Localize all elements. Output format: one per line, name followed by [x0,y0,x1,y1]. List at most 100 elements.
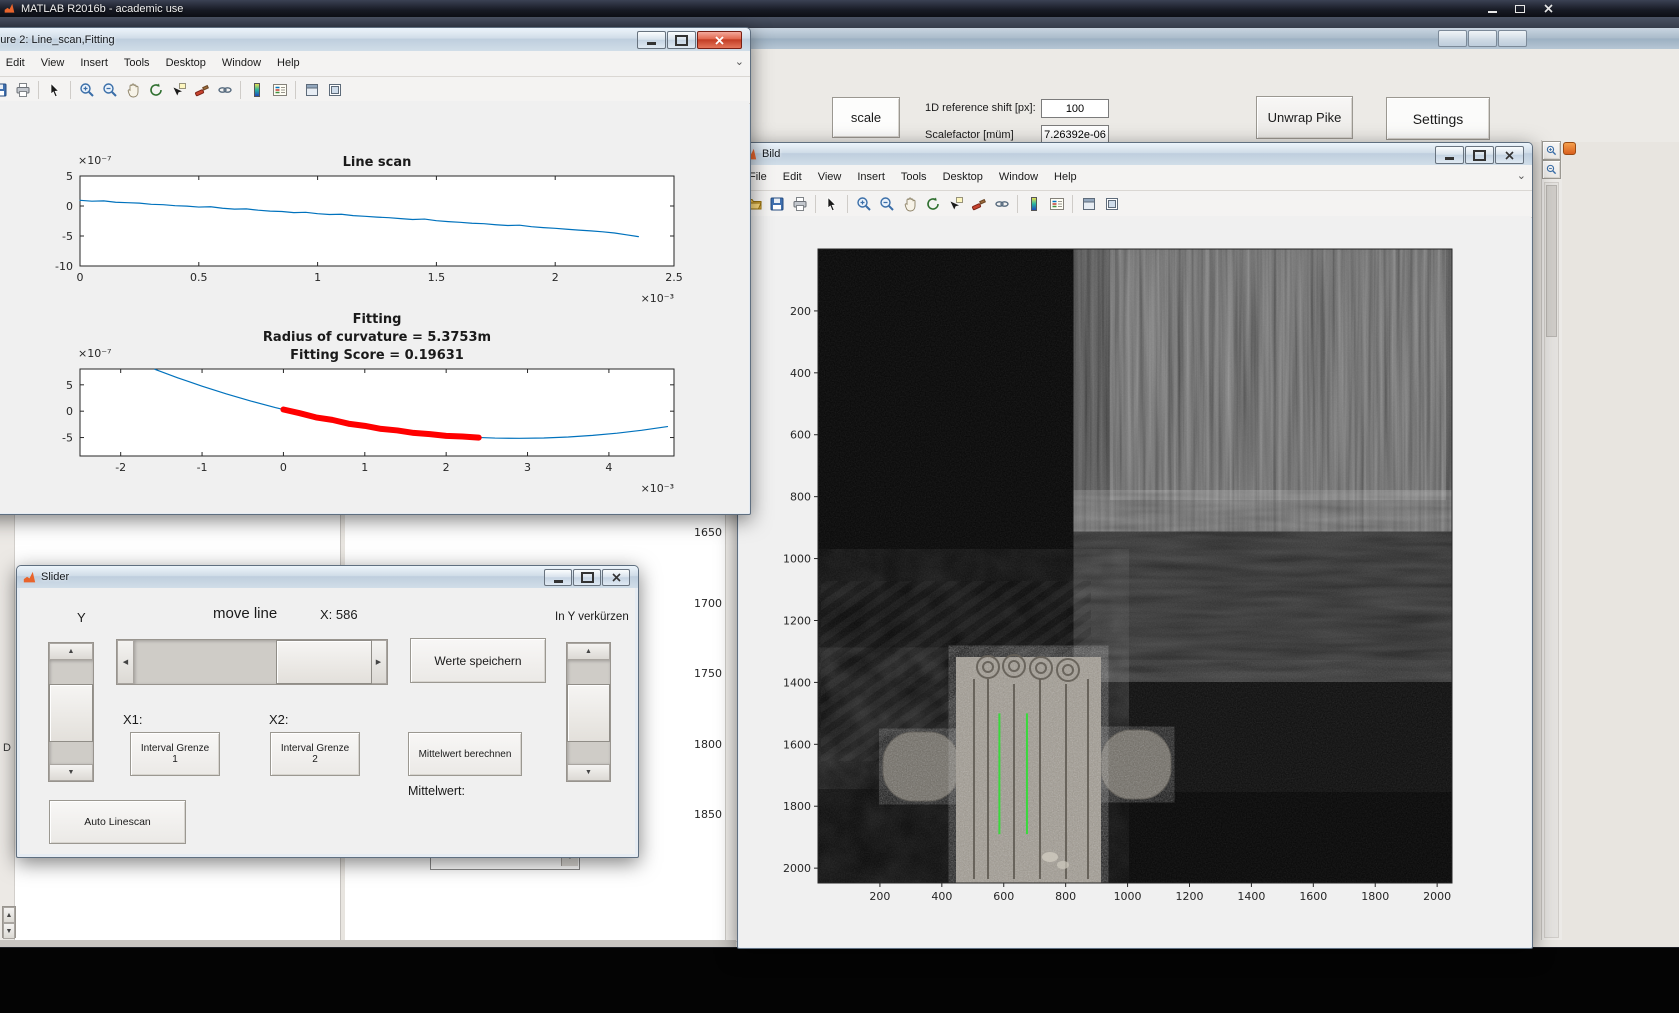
cursor-icon[interactable] [820,194,843,215]
figure2-plots[interactable]: 00.511.522.550-5-10Line scan×10⁻⁷×10⁻³-2… [0,101,749,511]
interval-limit-1-button[interactable]: Interval Grenze 1 [130,732,220,776]
print-icon[interactable] [788,194,811,215]
bild-canvas[interactable]: 2004006008001000120014001600180020002004… [739,216,1531,947]
slider-thumb[interactable] [276,640,372,684]
insert-legend-icon[interactable] [1045,194,1068,215]
save-icon[interactable] [765,194,788,215]
menu-item-window[interactable]: Window [214,51,269,76]
arrow-down-icon[interactable]: ▼ [3,923,15,939]
maximize-window-icon[interactable] [1100,194,1123,215]
pan-icon[interactable] [121,80,144,101]
menu-item-desktop[interactable]: Desktop [158,51,214,76]
figure2-titlebar[interactable]: Figure 2: Line_scan,Fitting [0,28,750,51]
zoom-in-button[interactable] [1542,141,1561,160]
menu-item-edit[interactable]: Edit [775,165,810,190]
menu-item-insert[interactable]: Insert [849,165,893,190]
bild-image-axes[interactable]: 2004006008001000120014001600180020002004… [778,239,1478,919]
scrollbar-thumb[interactable] [1546,185,1557,337]
menu-item-help[interactable]: Help [269,51,308,76]
menu-item-view[interactable]: View [33,51,73,76]
arrow-down-icon[interactable]: ▼ [567,764,610,781]
shorten-y-slider[interactable]: ▲ ▼ [566,642,611,782]
arrow-up-icon[interactable]: ▲ [49,643,93,660]
settings-button[interactable]: Settings [1386,97,1490,140]
y-slider[interactable]: ▲ ▼ [48,642,94,782]
slider-thumb[interactable] [567,684,610,742]
close-button[interactable] [1535,2,1561,15]
mini-scrollbar[interactable]: ▲ ▼ [2,906,16,938]
minimize-button[interactable] [1479,2,1505,15]
brush-icon[interactable] [190,80,213,101]
menu-item-edit[interactable]: Edit [0,51,33,76]
minimize-button[interactable] [1435,146,1464,164]
insert-legend-icon[interactable] [268,80,291,101]
slider-trough[interactable] [567,660,610,764]
zoom-out-button[interactable] [1542,160,1561,179]
data-cursor-icon[interactable] [944,194,967,215]
unwrap-pike-button[interactable]: Unwrap Pike [1256,96,1353,139]
zoom-in-icon[interactable] [75,80,98,101]
auto-linescan-button[interactable]: Auto Linescan [49,800,186,844]
slider-titlebar[interactable]: Slider [17,566,638,588]
ref-shift-input[interactable] [1041,99,1109,118]
bild-titlebar[interactable]: Bild [738,143,1532,165]
move-line-slider[interactable]: ◀ ▶ [116,639,388,685]
save-values-button[interactable]: Werte speichern [410,638,546,683]
slider-trough[interactable] [49,660,93,764]
data-cursor-icon[interactable] [167,80,190,101]
menu-item-window[interactable]: Window [991,165,1046,190]
menu-item-help[interactable]: Help [1046,165,1085,190]
minimize-button[interactable] [637,31,666,49]
zoom-out-icon[interactable] [98,80,121,101]
link-plots-icon[interactable] [213,80,236,101]
zoom-in-icon[interactable] [852,194,875,215]
link-plots-icon[interactable] [990,194,1013,215]
scrollbar-track[interactable] [1544,182,1559,938]
menu-item-tools[interactable]: Tools [893,165,935,190]
menubar-overflow-icon[interactable]: ⌄ [1517,169,1526,182]
calculate-mean-button[interactable]: Mittelwert berechnen [408,732,522,776]
pin-icon[interactable] [1563,142,1576,155]
minimize-icon[interactable] [1438,30,1467,47]
pan-icon[interactable] [898,194,921,215]
rotate-3d-icon[interactable] [144,80,167,101]
taskbar[interactable] [0,947,1679,1013]
os-titlebar[interactable]: MATLAB R2016b - academic use [0,0,1679,17]
interval-limit-2-button[interactable]: Interval Grenze 2 [270,732,360,776]
minimize-button[interactable] [544,569,572,586]
menubar-overflow-icon[interactable]: ⌄ [735,55,744,68]
insert-colorbar-icon[interactable] [1022,194,1045,215]
close-button[interactable] [1495,146,1524,164]
menu-item-view[interactable]: View [810,165,850,190]
save-icon[interactable] [0,80,11,101]
maximize-window-icon[interactable] [323,80,346,101]
arrow-right-icon[interactable]: ▶ [370,640,387,684]
arrow-up-icon[interactable]: ▲ [567,643,610,660]
rotate-3d-icon[interactable] [921,194,944,215]
restore-button[interactable] [1507,2,1533,15]
close-icon[interactable] [1498,30,1527,47]
close-button[interactable] [697,31,742,49]
dock-window-icon[interactable] [1077,194,1100,215]
print-icon[interactable] [11,80,34,101]
arrow-up-icon[interactable]: ▲ [3,907,15,923]
slider-thumb[interactable] [49,684,93,742]
zoom-out-icon[interactable] [875,194,898,215]
arrow-down-icon[interactable]: ▼ [49,764,93,781]
maximize-button[interactable] [1465,146,1494,164]
maximize-button[interactable] [573,569,601,586]
figure2-canvas[interactable]: 00.511.522.550-5-10Line scan×10⁻⁷×10⁻³-2… [0,101,749,513]
maximize-button[interactable] [667,31,696,49]
arrow-left-icon[interactable]: ◀ [117,640,134,684]
scale-button[interactable]: scale [832,97,900,138]
slider-trough[interactable] [134,640,370,684]
close-button[interactable] [602,569,630,586]
menu-item-insert[interactable]: Insert [72,51,116,76]
dock-window-icon[interactable] [300,80,323,101]
menu-item-desktop[interactable]: Desktop [935,165,991,190]
cursor-icon[interactable] [43,80,66,101]
insert-colorbar-icon[interactable] [245,80,268,101]
brush-icon[interactable] [967,194,990,215]
maximize-icon[interactable] [1468,30,1497,47]
menu-item-tools[interactable]: Tools [116,51,158,76]
